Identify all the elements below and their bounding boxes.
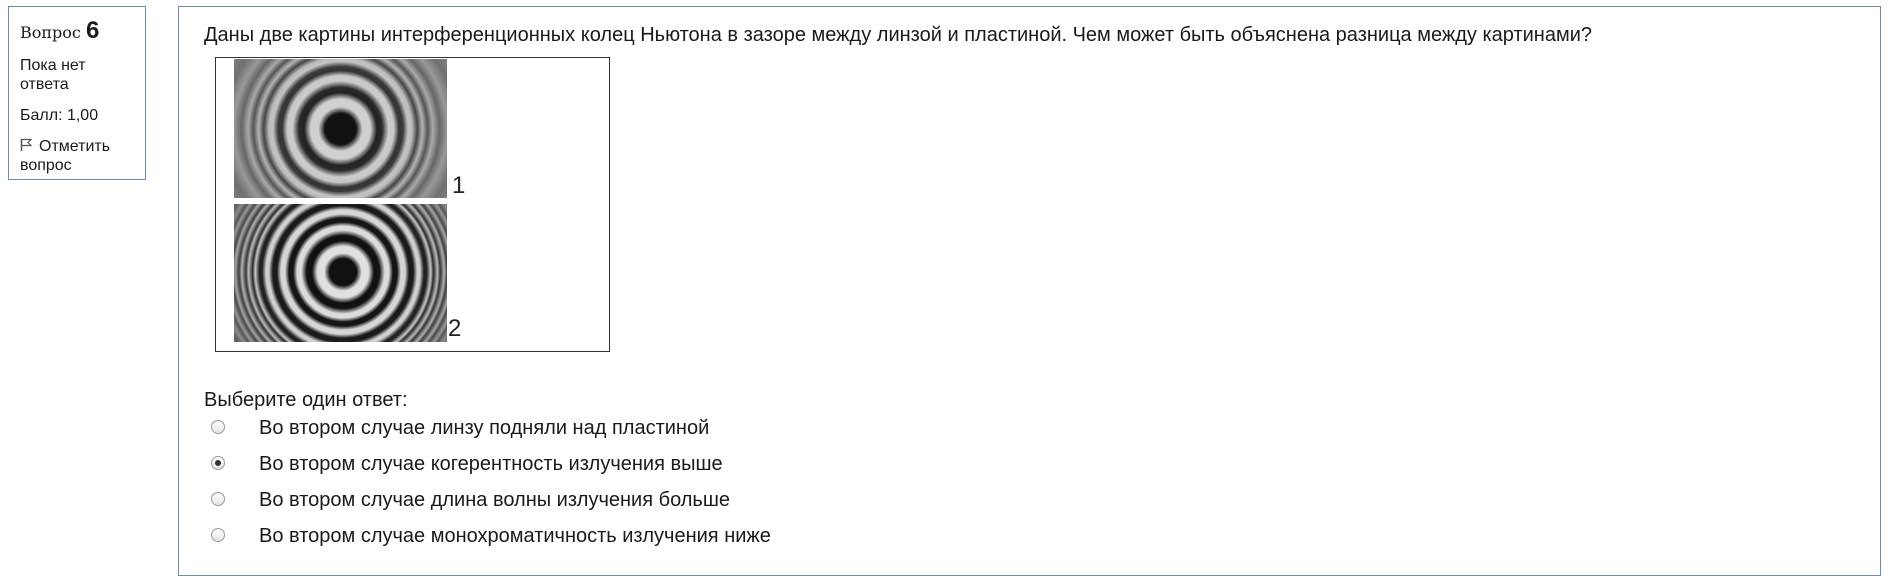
answer-label-3[interactable]: Во втором случае длина волны излучения б…: [259, 489, 730, 512]
flag-question-link[interactable]: Отметить вопрос: [20, 137, 135, 175]
question-number: Вопрос 6: [20, 19, 135, 43]
newton-rings-image-1: [234, 59, 447, 198]
answer-radio-2[interactable]: [211, 456, 225, 470]
answer-label-4[interactable]: Во втором случае монохроматичность излуч…: [259, 525, 771, 548]
figure-label-2: 2: [448, 315, 462, 342]
answer-radio-1[interactable]: [211, 420, 225, 434]
answer-prompt: Выберите один ответ:: [204, 389, 408, 411]
answer-radio-3[interactable]: [211, 492, 225, 506]
answer-radio-4[interactable]: [211, 528, 225, 542]
question-info: Вопрос 6 Пока нет ответа Балл: 1,00 Отме…: [8, 6, 146, 180]
flag-icon: [20, 138, 33, 151]
flag-label: Отметить вопрос: [20, 138, 111, 174]
figure-label-1: 1: [452, 172, 466, 199]
newton-rings-figure: 1 2: [215, 57, 610, 352]
question-state: Пока нет ответа: [20, 57, 86, 93]
question-text: Даны две картины интерференционных колец…: [204, 24, 1593, 46]
newton-rings-image-2: [234, 204, 447, 342]
answer-label-2[interactable]: Во втором случае когерентность излучения…: [259, 453, 723, 476]
question-grade: Балл: 1,00: [20, 107, 99, 124]
question-prefix: Вопрос: [20, 23, 81, 42]
answer-label-1[interactable]: Во втором случае линзу подняли над пласт…: [259, 417, 709, 440]
question-content: Даны две картины интерференционных колец…: [178, 6, 1881, 576]
question-number-value: 6: [85, 17, 100, 44]
